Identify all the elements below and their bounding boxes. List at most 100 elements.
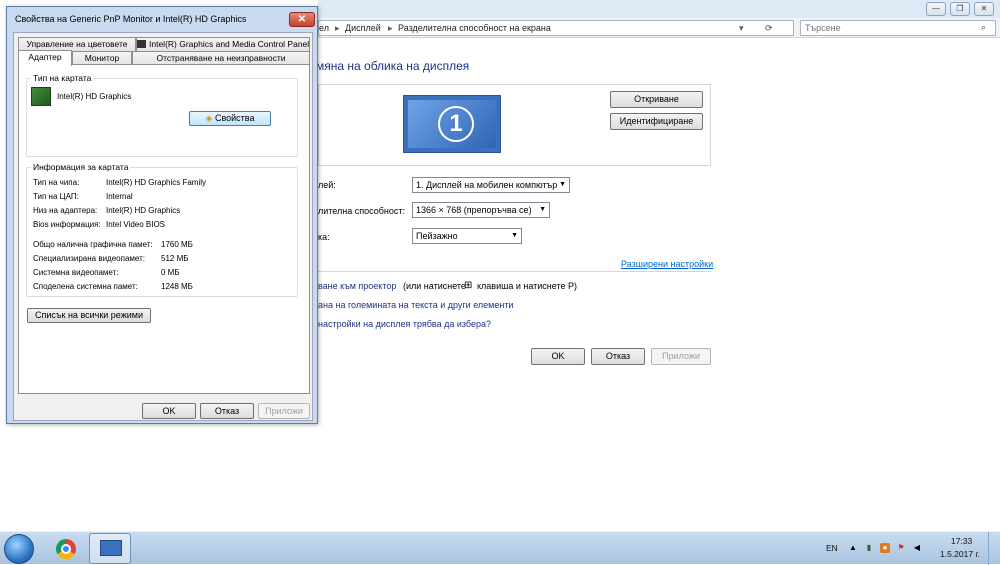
taskbar-chrome[interactable]	[44, 533, 86, 564]
close-icon[interactable]: ✕	[289, 12, 315, 27]
breadcrumb-separator-icon: ▸	[388, 23, 393, 33]
chrome-center	[61, 544, 71, 554]
monitor-1-graphic[interactable]: 1	[403, 95, 501, 153]
shared-memory-value: 1248 МБ	[161, 282, 193, 291]
adapter-string-value: Intel(R) HD Graphics	[106, 206, 181, 215]
show-hidden-icons-icon[interactable]: ▲	[848, 543, 858, 553]
total-memory-label: Общо налична графична памет:	[33, 240, 153, 249]
advanced-settings-link[interactable]: Разширени настройки	[621, 259, 713, 269]
dac-type-value: Internal	[106, 192, 133, 201]
tab-color-management[interactable]: Управление на цветовете	[18, 37, 136, 51]
volume-icon[interactable]: ◀	[912, 543, 922, 553]
cp-ok-button[interactable]: OK	[531, 348, 585, 365]
language-indicator[interactable]: EN	[826, 543, 838, 553]
cancel-button[interactable]: Отказ	[200, 403, 254, 419]
system-video-memory-value: 0 МБ	[161, 268, 180, 277]
adapter-info-group-title: Информация за картата	[31, 162, 131, 172]
taskbar: EN ▲ ▮ ● ⚑ ◀ 17:33 1.5.2017 г.	[0, 531, 1000, 565]
orientation-label: ка:	[318, 232, 330, 242]
monitor-screen: 1	[408, 100, 496, 148]
detect-button[interactable]: Откриване	[610, 91, 703, 108]
refresh-icon[interactable]: ⟳	[765, 23, 773, 34]
apply-button[interactable]: Приложи	[258, 403, 310, 419]
search-field[interactable]: ⌕	[800, 20, 996, 36]
resolution-select-value: 1366 × 768 (препоръчва се)	[416, 205, 532, 215]
chevron-down-icon: ▼	[559, 181, 566, 188]
display-select[interactable]: 1. Дисплей на мобилен компютър ▼	[412, 177, 570, 193]
tab-troubleshoot[interactable]: Отстраняване на неизправности	[132, 51, 310, 65]
window-controls: — ❐ ✕	[926, 2, 996, 16]
network-icon[interactable]: ▮	[864, 543, 874, 553]
adapter-type-group-title: Тип на картата	[31, 73, 94, 83]
maximize-button[interactable]: ❐	[950, 2, 970, 16]
cp-apply-button[interactable]: Приложи	[651, 348, 711, 365]
breadcrumb-separator-icon: ▸	[335, 23, 340, 33]
breadcrumb-item[interactable]: Дисплей	[345, 23, 381, 33]
dac-type-label: Тип на ЦАП:	[33, 192, 79, 201]
search-input[interactable]	[801, 21, 971, 35]
dedicated-memory-value: 512 МБ	[161, 254, 189, 263]
bios-info-label: Bios информация:	[33, 220, 101, 229]
shared-memory-label: Споделена системна памет:	[33, 282, 138, 291]
resolution-select[interactable]: 1366 × 768 (препоръчва се) ▼	[412, 202, 550, 218]
projector-link[interactable]: ване към проектор	[318, 281, 396, 291]
monitor-arrangement-panel: 1 Откриване Идентифициране	[318, 84, 711, 166]
system-video-memory-label: Системна видеопамет:	[33, 268, 119, 277]
adapter-info-group: Информация за картата Тип на чипа: Intel…	[26, 162, 298, 297]
minimize-button[interactable]: —	[926, 2, 946, 16]
shield-icon: ◈	[205, 113, 213, 123]
cp-cancel-button[interactable]: Отказ	[591, 348, 645, 365]
search-icon[interactable]: ⌕	[981, 22, 986, 33]
clock-date[interactable]: 1.5.2017 г.	[940, 549, 980, 559]
chevron-down-icon: ▼	[511, 232, 518, 239]
projector-hint-start: (или натиснете	[403, 281, 466, 291]
monitor-number: 1	[438, 106, 474, 142]
breadcrumb-item[interactable]: Разделителна способност на екрана	[398, 23, 551, 33]
page-title: мяна на облика на дисплея	[316, 59, 470, 73]
identify-button[interactable]: Идентифициране	[610, 113, 703, 130]
adapter-name: Intel(R) HD Graphics	[57, 92, 132, 101]
adapter-string-label: Низ на адаптера:	[33, 206, 98, 215]
chevron-down-icon: ▼	[539, 206, 546, 213]
dialog-title: Свойства на Generic PnP Monitor и Intel(…	[15, 14, 247, 24]
intel-panel-icon	[137, 40, 146, 48]
display-settings-help-link[interactable]: настройки на дисплея трябва да избера?	[318, 319, 491, 329]
windows-key-icon: ⊞	[464, 280, 473, 291]
resolution-label: лителна способност:	[318, 206, 405, 216]
orientation-select-value: Пейзажно	[416, 231, 458, 241]
display-label: лей:	[318, 180, 336, 190]
ok-button[interactable]: OK	[142, 403, 196, 419]
chrome-icon	[56, 539, 76, 559]
properties-button[interactable]: ◈ Свойства	[189, 111, 271, 126]
tab-intel-control-panel-label: Intel(R) Graphics and Media Control Pane…	[149, 39, 310, 49]
start-orb-icon[interactable]	[4, 534, 34, 564]
orientation-select[interactable]: Пейзажно ▼	[412, 228, 522, 244]
chip-type-value: Intel(R) HD Graphics Family	[106, 178, 207, 187]
app-tray-icon[interactable]: ●	[880, 543, 890, 553]
divider	[318, 271, 711, 272]
dedicated-memory-label: Специализирана видеопамет:	[33, 254, 145, 263]
adapter-card-icon	[31, 87, 51, 106]
control-panel-titlebar: — ❐ ✕	[318, 0, 1000, 18]
show-desktop-button[interactable]	[988, 532, 1000, 565]
address-bar: ел ▸ Дисплей ▸ Разделителна способност н…	[318, 18, 1000, 38]
tab-intel-control-panel[interactable]: Intel(R) Graphics and Media Control Pane…	[136, 37, 310, 51]
properties-dialog: Свойства на Generic PnP Monitor и Intel(…	[6, 6, 318, 424]
breadcrumb[interactable]: ел ▸ Дисплей ▸ Разделителна способност н…	[318, 20, 794, 36]
projector-hint-end: клавиша и натиснете P)	[477, 281, 577, 291]
clock-time[interactable]: 17:33	[951, 536, 972, 546]
close-window-button[interactable]: ✕	[974, 2, 994, 16]
properties-button-label: Свойства	[214, 113, 255, 123]
adapter-tab-panel: Тип на картата Intel(R) HD Graphics ◈ Св…	[18, 64, 310, 394]
dropdown-arrow-icon[interactable]: ▾	[739, 23, 744, 34]
tab-adapter[interactable]: Адаптер	[18, 50, 72, 66]
action-center-icon[interactable]: ⚑	[896, 543, 906, 553]
breadcrumb-item[interactable]: ел	[319, 23, 329, 33]
tab-monitor[interactable]: Монитор	[72, 51, 132, 65]
chip-type-label: Тип на чипа:	[33, 178, 80, 187]
text-size-link[interactable]: ана на големината на текста и други елем…	[318, 300, 513, 310]
adapter-type-group: Тип на картата Intel(R) HD Graphics ◈ Св…	[26, 73, 298, 157]
taskbar-display-settings[interactable]	[89, 533, 131, 564]
dialog-body: Управление на цветовете Intel(R) Graphic…	[13, 32, 313, 421]
list-all-modes-button[interactable]: Списък на всички режими	[27, 308, 151, 323]
